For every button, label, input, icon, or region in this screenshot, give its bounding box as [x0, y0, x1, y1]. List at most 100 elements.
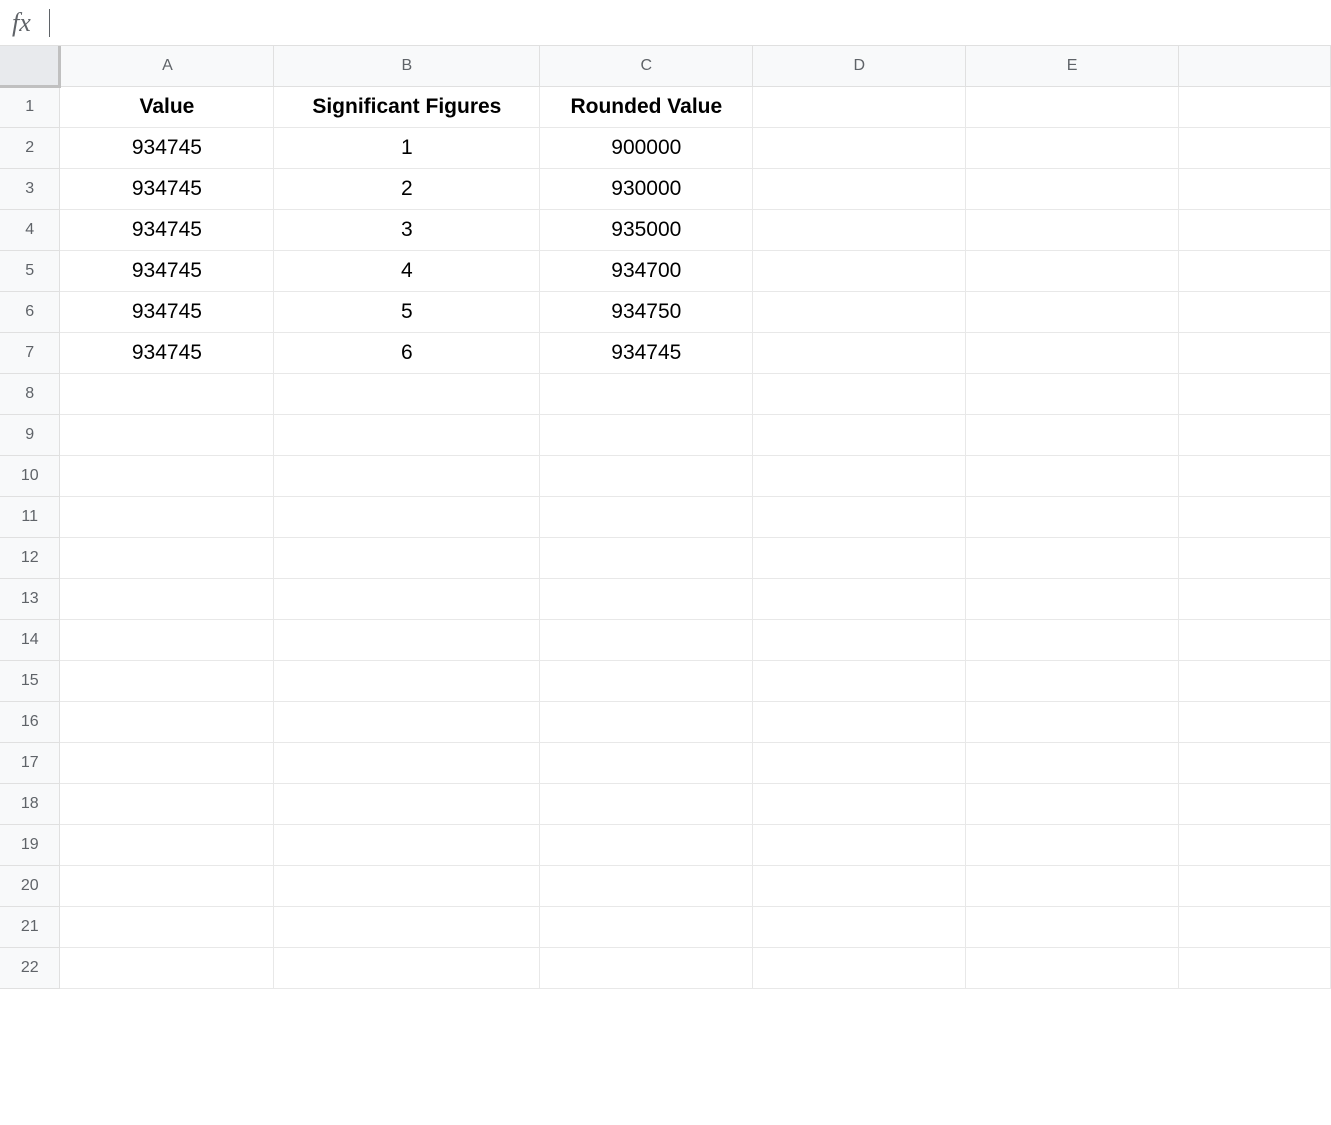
cell[interactable]: [966, 783, 1179, 824]
cell-C4[interactable]: 935000: [540, 209, 753, 250]
cell[interactable]: [753, 578, 966, 619]
cell[interactable]: [540, 414, 753, 455]
row-header[interactable]: 1: [0, 86, 60, 127]
cell[interactable]: [540, 824, 753, 865]
cell-E1[interactable]: [966, 86, 1179, 127]
cell-B1[interactable]: Significant Figures: [274, 86, 540, 127]
cell-D2[interactable]: [753, 127, 966, 168]
cell[interactable]: [753, 947, 966, 988]
cell-B5[interactable]: 4: [274, 250, 540, 291]
cell[interactable]: [274, 537, 540, 578]
cell[interactable]: [1179, 742, 1331, 783]
cell[interactable]: [1179, 537, 1331, 578]
cell-F7[interactable]: [1179, 332, 1331, 373]
cell[interactable]: [966, 455, 1179, 496]
cell[interactable]: [540, 906, 753, 947]
cell[interactable]: [60, 865, 274, 906]
cell[interactable]: [60, 783, 274, 824]
cell-F5[interactable]: [1179, 250, 1331, 291]
col-header-E[interactable]: E: [966, 46, 1179, 86]
row-header[interactable]: 5: [0, 250, 60, 291]
col-header-D[interactable]: D: [753, 46, 966, 86]
cell[interactable]: [60, 496, 274, 537]
cell[interactable]: [1179, 619, 1331, 660]
cell-A6[interactable]: 934745: [60, 291, 274, 332]
row-header[interactable]: 16: [0, 701, 60, 742]
cell[interactable]: [1179, 660, 1331, 701]
cell[interactable]: [966, 496, 1179, 537]
cell[interactable]: [540, 742, 753, 783]
cell-D4[interactable]: [753, 209, 966, 250]
row-header[interactable]: 7: [0, 332, 60, 373]
select-all-corner[interactable]: [0, 46, 60, 86]
row-header[interactable]: 6: [0, 291, 60, 332]
cell-C6[interactable]: 934750: [540, 291, 753, 332]
cell[interactable]: [60, 414, 274, 455]
cell-D1[interactable]: [753, 86, 966, 127]
cell[interactable]: [753, 865, 966, 906]
cell-B6[interactable]: 5: [274, 291, 540, 332]
row-header[interactable]: 9: [0, 414, 60, 455]
cell-D6[interactable]: [753, 291, 966, 332]
cell[interactable]: [966, 865, 1179, 906]
cell-A3[interactable]: 934745: [60, 168, 274, 209]
cell-A5[interactable]: 934745: [60, 250, 274, 291]
cell[interactable]: [274, 578, 540, 619]
cell[interactable]: [60, 537, 274, 578]
cell[interactable]: [753, 619, 966, 660]
cell[interactable]: [753, 660, 966, 701]
cell[interactable]: [753, 373, 966, 414]
cell[interactable]: [540, 537, 753, 578]
cell[interactable]: [1179, 496, 1331, 537]
row-header[interactable]: 8: [0, 373, 60, 414]
row-header[interactable]: 2: [0, 127, 60, 168]
cell[interactable]: [274, 824, 540, 865]
col-header-C[interactable]: C: [540, 46, 753, 86]
cell[interactable]: [1179, 373, 1331, 414]
row-header[interactable]: 17: [0, 742, 60, 783]
col-header-B[interactable]: B: [274, 46, 540, 86]
cell-C3[interactable]: 930000: [540, 168, 753, 209]
cell[interactable]: [1179, 824, 1331, 865]
cell[interactable]: [540, 783, 753, 824]
cell[interactable]: [60, 701, 274, 742]
cell-D3[interactable]: [753, 168, 966, 209]
cell[interactable]: [540, 660, 753, 701]
cell[interactable]: [753, 701, 966, 742]
cell[interactable]: [753, 537, 966, 578]
cell[interactable]: [274, 619, 540, 660]
cell[interactable]: [60, 906, 274, 947]
cell-A4[interactable]: 934745: [60, 209, 274, 250]
cell[interactable]: [540, 455, 753, 496]
cell[interactable]: [274, 660, 540, 701]
cell[interactable]: [540, 619, 753, 660]
cell[interactable]: [753, 742, 966, 783]
cell[interactable]: [1179, 783, 1331, 824]
cell-B3[interactable]: 2: [274, 168, 540, 209]
cell-D7[interactable]: [753, 332, 966, 373]
cell[interactable]: [60, 660, 274, 701]
row-header[interactable]: 13: [0, 578, 60, 619]
cell[interactable]: [753, 496, 966, 537]
cell[interactable]: [966, 701, 1179, 742]
cell[interactable]: [60, 373, 274, 414]
cell[interactable]: [1179, 578, 1331, 619]
cell-B4[interactable]: 3: [274, 209, 540, 250]
cell-B2[interactable]: 1: [274, 127, 540, 168]
cell[interactable]: [966, 414, 1179, 455]
cell-E7[interactable]: [966, 332, 1179, 373]
row-header[interactable]: 19: [0, 824, 60, 865]
cell[interactable]: [540, 373, 753, 414]
formula-input[interactable]: [68, 7, 1319, 39]
row-header[interactable]: 4: [0, 209, 60, 250]
cell[interactable]: [274, 947, 540, 988]
cell[interactable]: [753, 824, 966, 865]
cell[interactable]: [540, 496, 753, 537]
cell-F3[interactable]: [1179, 168, 1331, 209]
cell[interactable]: [274, 783, 540, 824]
cell[interactable]: [966, 660, 1179, 701]
cell[interactable]: [1179, 414, 1331, 455]
cell-E5[interactable]: [966, 250, 1179, 291]
cell[interactable]: [966, 619, 1179, 660]
cell-B7[interactable]: 6: [274, 332, 540, 373]
